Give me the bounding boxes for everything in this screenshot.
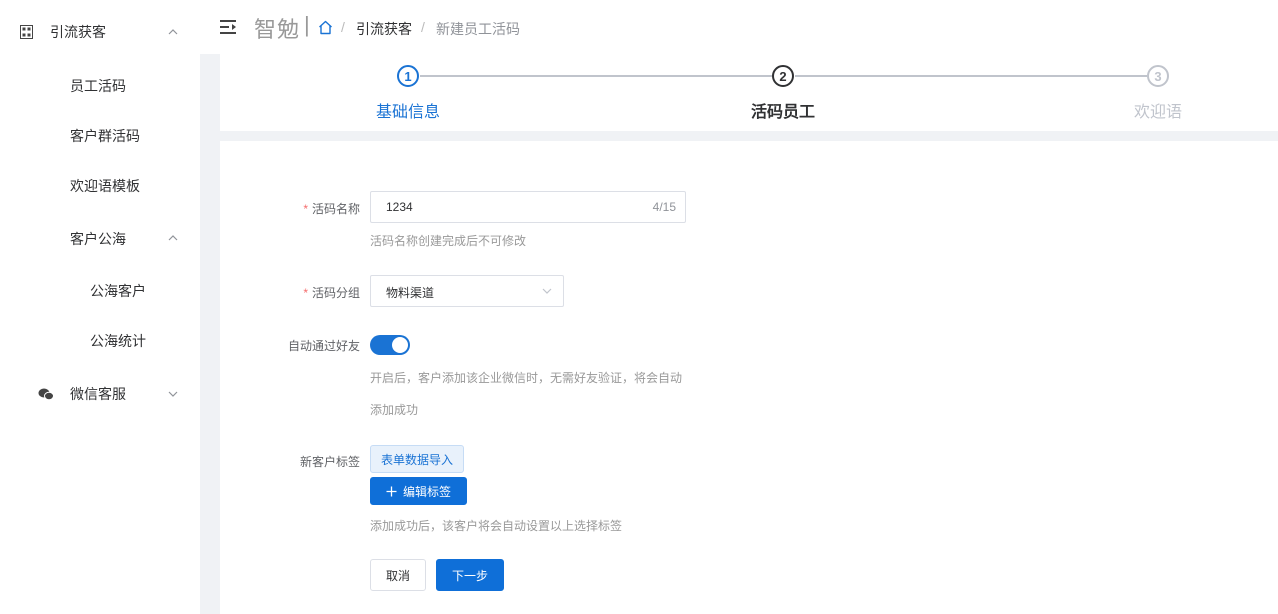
top-header: 智勉 | / 引流获客 / 新建员工活码 [200, 0, 1278, 54]
sidebar-item-group-qrcode[interactable]: 客户群活码 [0, 118, 200, 154]
chevron-down-icon [168, 391, 178, 397]
qrcode-icon [20, 25, 33, 39]
home-icon[interactable] [318, 20, 333, 35]
auto-accept-toggle[interactable] [370, 335, 410, 355]
plus-icon [386, 486, 397, 496]
sidebar: 引流获客 员工活码 客户群活码 欢迎语模板 客户公海 公海客户 公海统计 微信客… [0, 0, 200, 614]
name-field-label: * 活码名称 [303, 202, 360, 216]
sidebar-item-welcome-template[interactable]: 欢迎语模板 [0, 168, 200, 204]
new-customer-tag-label: 新客户标签 [299, 455, 360, 469]
edit-tags-label: 编辑标签 [402, 484, 451, 499]
breadcrumb-separator: / [421, 19, 425, 35]
menu-group-label: 微信客服 [70, 386, 126, 402]
breadcrumb-current: 新建员工活码 [436, 21, 520, 37]
sidebar-item-label: 公海客户 [90, 283, 146, 299]
chevron-up-icon [168, 29, 178, 35]
menu-fold-icon[interactable] [220, 19, 238, 35]
auto-accept-hint-line2: 添加成功 [370, 403, 419, 417]
sidebar-item-employee-qrcode[interactable]: 员工活码 [0, 68, 200, 104]
cancel-button[interactable]: 取消 [370, 559, 426, 591]
tag-hint: 添加成功后，该客户将会自动设置以上选择标签 [370, 519, 623, 533]
menu-group-label: 引流获客 [50, 24, 106, 40]
chevron-up-icon [168, 235, 178, 241]
brand-name: 智勉 [254, 17, 301, 42]
group-field-label: * 活码分组 [303, 286, 360, 300]
breadcrumb-lead-gen[interactable]: 引流获客 [356, 19, 412, 39]
auto-accept-hint: 开启后，客户添加该企业微信时，无需好友验证，将会自动 [370, 371, 683, 385]
step-3-number: 3 [1147, 65, 1169, 87]
sidebar-item-label: 欢迎语模板 [70, 178, 140, 194]
step-1-number: 1 [397, 65, 419, 87]
step-connector [420, 75, 772, 77]
char-counter: 4/15 [652, 200, 676, 214]
sidebar-item-label: 公海统计 [90, 333, 146, 349]
sidebar-item-sea-stats[interactable]: 公海统计 [0, 323, 200, 359]
brand-separator: | [304, 12, 310, 37]
auto-accept-label: 自动通过好友 [287, 339, 360, 353]
code-name-input[interactable]: 1234 4/15 [370, 191, 686, 223]
form-card: * 活码名称 1234 4/15 活码名称创建完成后不可修改 * 活码分组 物料渠道… [220, 141, 1278, 614]
step-1-title: 基础信息 [375, 104, 440, 121]
selected-tag: 表单数据导入 [370, 445, 465, 473]
code-group-select[interactable]: 物料渠道 [370, 275, 564, 307]
sidebar-item-label: 员工活码 [70, 78, 126, 94]
required-mark: * [303, 286, 308, 300]
required-mark: * [303, 202, 308, 216]
step-3-title: 欢迎语 [1133, 104, 1182, 121]
toggle-knob [392, 337, 408, 353]
wechat-icon [38, 388, 54, 401]
menu-group-wechat-service[interactable]: 微信客服 [0, 376, 200, 412]
name-hint: 活码名称创建完成后不可修改 [370, 234, 527, 248]
sidebar-item-label: 客户群活码 [70, 128, 140, 144]
code-group-value: 物料渠道 [386, 286, 435, 300]
code-name-value: 1234 [386, 200, 413, 214]
breadcrumb-separator: / [341, 19, 345, 35]
step-2-title: 活码员工 [750, 104, 815, 121]
step-connector [795, 75, 1147, 77]
menu-group-lead-gen[interactable]: 引流获客 [0, 14, 200, 50]
menu-group-customer-sea[interactable]: 客户公海 [0, 221, 200, 257]
edit-tags-button[interactable]: 编辑标签 [370, 477, 467, 505]
steps-card: 1 基础信息 2 活码员工 3 欢迎语 [220, 54, 1278, 131]
menu-group-label: 客户公海 [70, 231, 126, 247]
sidebar-item-sea-customers[interactable]: 公海客户 [0, 273, 200, 309]
step-2-number: 2 [772, 65, 794, 87]
next-step-button[interactable]: 下一步 [436, 559, 504, 591]
chevron-down-icon [542, 288, 552, 294]
